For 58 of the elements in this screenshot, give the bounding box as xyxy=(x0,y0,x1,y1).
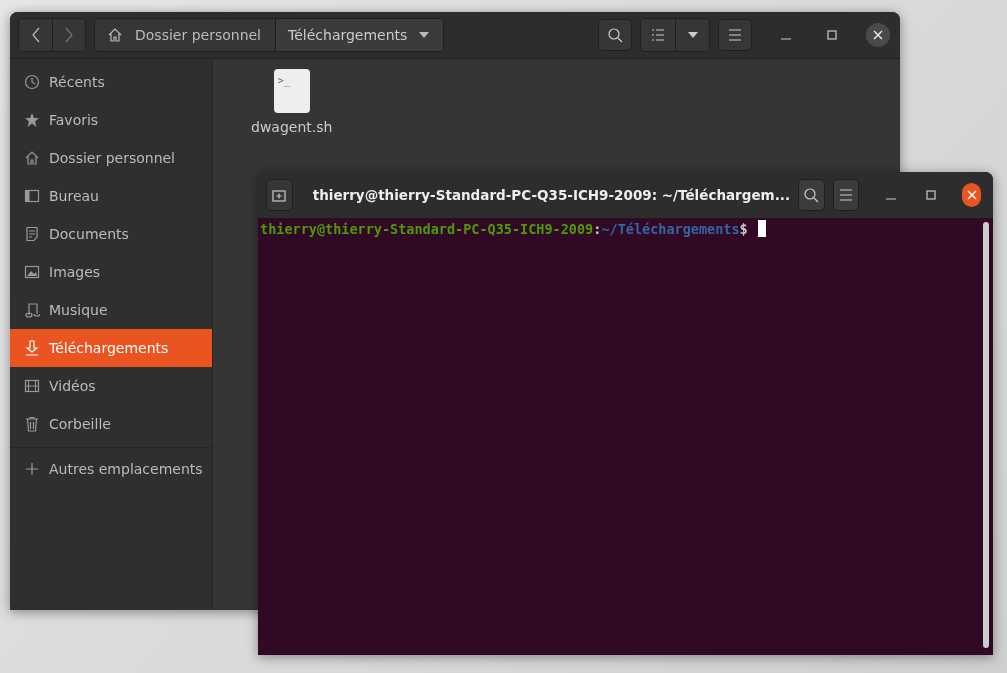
sidebar-item[interactable]: Bureau xyxy=(10,177,212,215)
home-icon xyxy=(24,150,40,166)
image-icon xyxy=(24,264,40,280)
sidebar-item[interactable]: Corbeille xyxy=(10,405,212,443)
chevron-left-icon xyxy=(30,27,41,43)
other-locations-item[interactable]: Autres emplacements xyxy=(10,450,212,488)
sidebar-item[interactable]: Favoris xyxy=(10,101,212,139)
forward-button[interactable] xyxy=(52,19,85,51)
close-icon xyxy=(966,190,977,200)
prompt-symbol: $ xyxy=(739,220,748,237)
prompt-separator: : xyxy=(593,220,602,237)
new-tab-icon xyxy=(272,188,287,202)
maximize-icon xyxy=(827,30,837,40)
dropdown-arrow-icon xyxy=(419,32,430,38)
view-options-button[interactable] xyxy=(675,19,709,51)
minimize-icon xyxy=(885,198,896,200)
dropdown-arrow-icon xyxy=(687,32,698,38)
close-icon xyxy=(873,30,883,40)
download-icon xyxy=(24,340,40,356)
minimize-icon xyxy=(781,38,791,40)
star-icon xyxy=(24,112,40,128)
clock-icon xyxy=(24,74,40,90)
home-icon xyxy=(107,27,123,43)
sidebar-item[interactable]: Dossier personnel xyxy=(10,139,212,177)
text-cursor xyxy=(757,220,766,237)
script-file-icon: >_ xyxy=(273,69,310,113)
plus-icon xyxy=(24,461,40,477)
window-title: thierry@thierry-Standard-PC-Q35-ICH9-2009: ~/Téléchargem... xyxy=(311,187,791,203)
prompt-path: ~/Téléchargements xyxy=(601,220,740,237)
close-button[interactable] xyxy=(962,183,981,207)
sidebar-item[interactable]: Récents xyxy=(10,63,212,101)
search-icon xyxy=(607,27,623,43)
close-button[interactable] xyxy=(866,23,890,47)
file-item[interactable]: >_ dwagent.sh xyxy=(251,69,333,135)
desktop-icon xyxy=(24,188,40,204)
sidebar-item[interactable]: Vidéos xyxy=(10,367,212,405)
breadcrumb-button[interactable]: Téléchargements xyxy=(275,19,444,51)
sidebar-item[interactable]: Téléchargements xyxy=(10,329,212,367)
maximize-icon xyxy=(926,190,937,200)
prompt-user-host: thierry@thierry-Standard-PC-Q35-ICH9-2009 xyxy=(260,220,594,237)
film-icon xyxy=(24,378,40,394)
document-icon xyxy=(24,226,40,242)
sidebar-item[interactable]: Images xyxy=(10,253,212,291)
list-icon xyxy=(651,28,665,42)
search-button[interactable] xyxy=(798,179,825,211)
back-button[interactable] xyxy=(19,19,52,51)
menu-button[interactable] xyxy=(718,19,752,51)
search-icon xyxy=(803,187,820,203)
chevron-right-icon xyxy=(64,27,74,43)
music-note-icon xyxy=(24,302,40,318)
sidebar-item[interactable]: Documents xyxy=(10,215,212,253)
trash-icon xyxy=(24,416,40,432)
new-tab-button[interactable] xyxy=(266,179,293,211)
sidebar-item[interactable]: Musique xyxy=(10,291,212,329)
menu-button[interactable] xyxy=(832,179,860,211)
menu-icon xyxy=(728,29,742,41)
menu-icon xyxy=(839,189,854,201)
search-button[interactable] xyxy=(598,19,632,51)
